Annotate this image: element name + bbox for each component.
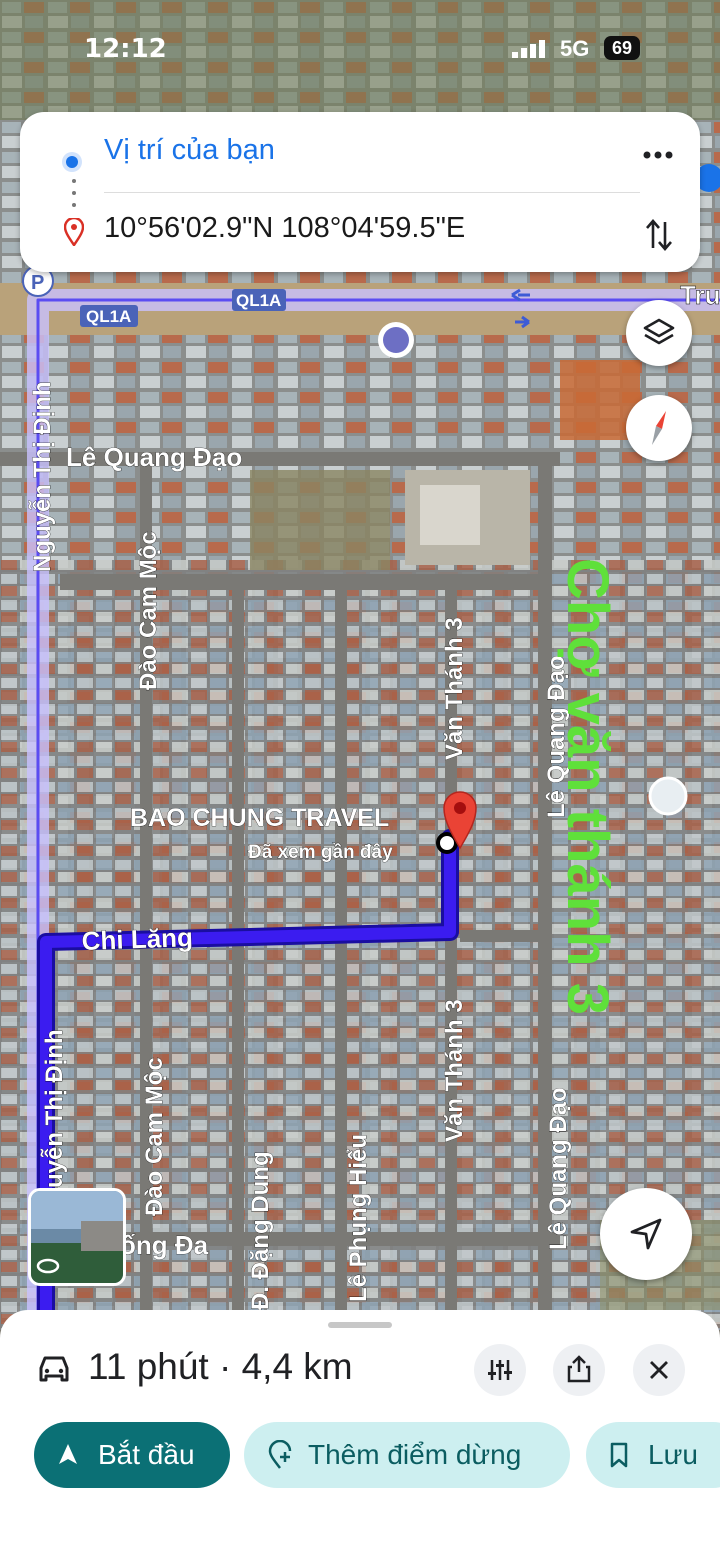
compass-button[interactable] xyxy=(626,395,692,461)
route-options-button[interactable] xyxy=(474,1344,526,1396)
swap-icon[interactable] xyxy=(644,218,674,252)
share-icon xyxy=(567,1355,591,1383)
street-label: Văn Thánh 3 xyxy=(441,617,468,760)
highway-label: QL1A xyxy=(236,291,281,310)
network-type: 5G xyxy=(560,36,590,61)
drag-handle[interactable] xyxy=(328,1322,392,1328)
street-label: Văn Thánh 3 xyxy=(441,999,468,1142)
origin-field[interactable]: Vị trí của bạn xyxy=(104,134,275,167)
rotate-360-icon xyxy=(36,1258,60,1274)
compass-icon xyxy=(652,411,666,445)
highway-label: QL1A xyxy=(86,307,131,326)
street-label: Đào Cam Mộc xyxy=(135,531,162,690)
directions-sheet: 11 phút · 4,4 km Bắt đầu Thêm điểm dừng xyxy=(0,1310,720,1559)
layers-icon xyxy=(643,318,675,345)
route-card: Vị trí của bạn 10°56'02.9"N 108°04'59.5"… xyxy=(20,112,700,272)
close-icon xyxy=(650,1361,668,1379)
save-button[interactable]: Lưu xyxy=(586,1422,720,1488)
street-label: Lê Phụng Hiểu xyxy=(345,1134,372,1302)
battery-level: 69 xyxy=(604,36,640,60)
divider xyxy=(104,192,640,193)
signal-icon xyxy=(512,40,545,58)
street-label: Chi Lăng xyxy=(81,922,193,956)
clock: 12:12 xyxy=(84,34,167,64)
street-label: Lê Quang Đạo xyxy=(545,1087,572,1250)
sliders-icon xyxy=(488,1360,512,1380)
layers-button[interactable] xyxy=(626,300,692,366)
street-label: Nguyễn Thị Định xyxy=(28,381,56,572)
status-bar: 12:12 5G 69 xyxy=(0,32,720,72)
place-name: BAO CHUNG TRAVEL xyxy=(130,804,389,832)
trip-summary: 11 phút · 4,4 km xyxy=(88,1346,353,1387)
start-button[interactable]: Bắt đầu xyxy=(34,1422,230,1488)
add-location-icon xyxy=(268,1440,292,1469)
street-label: Lê Quang Đạo xyxy=(66,442,242,472)
recenter-button[interactable] xyxy=(600,1188,692,1280)
add-stop-label: Thêm điểm dừng xyxy=(308,1439,522,1470)
destination-row[interactable]: 10°56'02.9"N 108°04'59.5"E xyxy=(20,202,700,262)
more-options-icon[interactable] xyxy=(642,150,674,160)
bookmark-icon xyxy=(610,1442,628,1468)
handwritten-annotation: Chợ văn thánh 3 xyxy=(555,558,620,1015)
save-label: Lưu xyxy=(648,1439,698,1470)
origin-row[interactable]: Vị trí của bạn xyxy=(20,124,700,184)
street-label: ống Đa xyxy=(120,1230,209,1260)
street-label: Đ. Đặng Dung xyxy=(247,1151,274,1310)
start-label: Bắt đầu xyxy=(98,1439,195,1470)
map-edge-label: Tru xyxy=(680,280,720,310)
my-location-dot-icon xyxy=(62,152,82,172)
destination-field[interactable]: 10°56'02.9"N 108°04'59.5"E xyxy=(104,212,465,245)
place-subtitle: Đã xem gần đây xyxy=(248,842,393,863)
street-label: Đào Cam Mộc xyxy=(141,1057,168,1216)
destination-pin-outline-icon xyxy=(64,218,84,246)
navigation-triangle-icon xyxy=(59,1444,77,1464)
add-stop-button[interactable]: Thêm điểm dừng xyxy=(244,1422,570,1488)
close-button[interactable] xyxy=(633,1344,685,1396)
share-button[interactable] xyxy=(553,1344,605,1396)
car-icon xyxy=(39,1356,69,1382)
street-view-thumbnail[interactable] xyxy=(28,1188,126,1286)
navigation-arrow-icon xyxy=(630,1218,662,1250)
svg-text:P: P xyxy=(31,272,44,294)
